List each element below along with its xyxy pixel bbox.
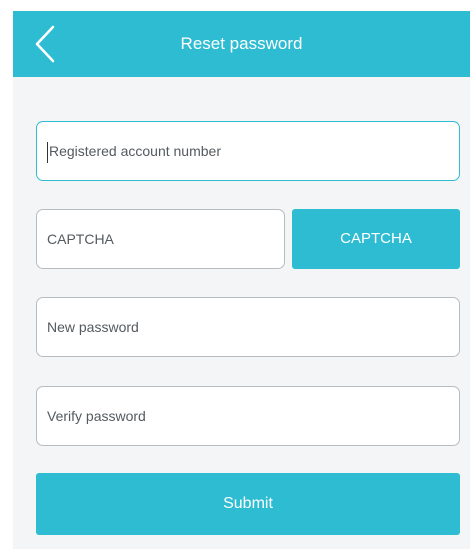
- verify-password-input[interactable]: [37, 387, 459, 445]
- new-password-input[interactable]: [37, 298, 459, 356]
- verify-password-field[interactable]: [36, 386, 460, 446]
- account-number-field[interactable]: [36, 121, 460, 181]
- new-password-field[interactable]: [36, 297, 460, 357]
- app-header: Reset password: [13, 11, 470, 77]
- chevron-left-icon: [31, 24, 61, 64]
- get-captcha-button[interactable]: CAPTCHA: [292, 209, 460, 269]
- page-title: Reset password: [180, 34, 303, 53]
- account-number-input[interactable]: [37, 122, 459, 180]
- back-button[interactable]: [31, 24, 61, 64]
- submit-button[interactable]: Submit: [36, 473, 460, 535]
- captcha-field[interactable]: [36, 209, 285, 269]
- captcha-input[interactable]: [37, 210, 284, 268]
- reset-password-screen: Reset password CAPTCHA Submit: [13, 11, 470, 549]
